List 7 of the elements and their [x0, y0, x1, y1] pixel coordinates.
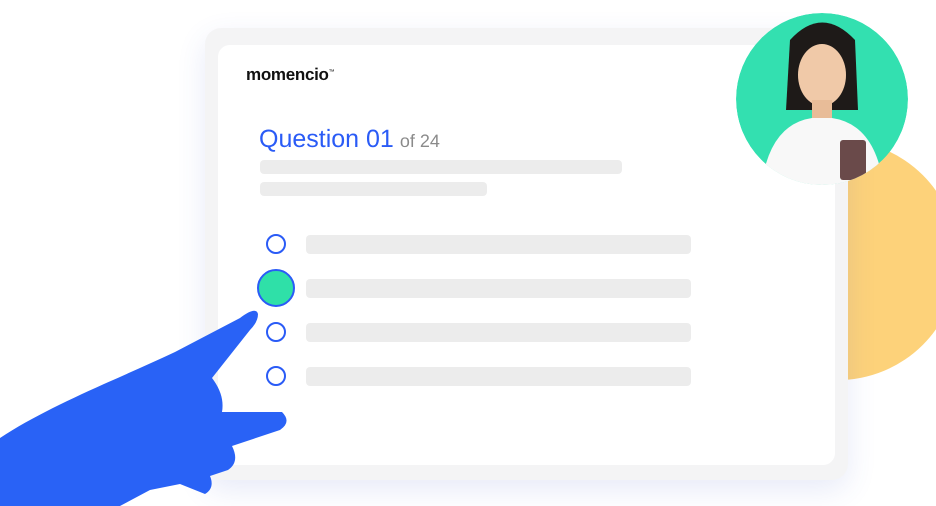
- question-count: of 24: [400, 131, 440, 152]
- radio-button[interactable]: [266, 234, 286, 254]
- question-title: Question 01: [259, 125, 394, 154]
- logo: momencio$^{™}$: [246, 65, 336, 85]
- radio-button[interactable]: [266, 366, 286, 386]
- radio-button[interactable]: [257, 269, 295, 307]
- radio-button[interactable]: [266, 322, 286, 342]
